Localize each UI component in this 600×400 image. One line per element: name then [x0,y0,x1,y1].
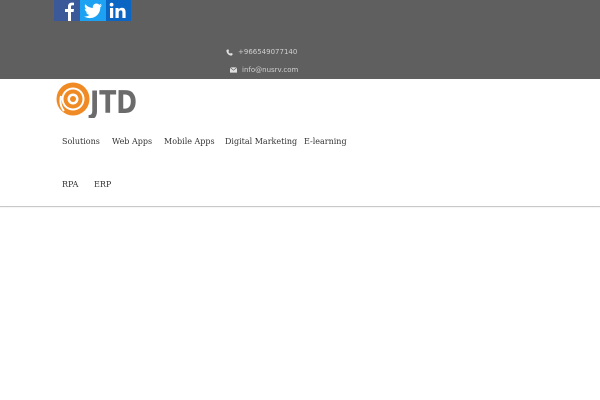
contact-phone[interactable]: +966549077140 [226,47,297,57]
linkedin-link[interactable] [106,0,131,21]
twitter-icon [84,3,103,19]
header-divider [0,206,600,207]
nav-erp[interactable]: ERP [94,180,111,189]
nav-digital-marketing[interactable]: Digital Marketing [225,137,297,146]
logo-text: JTD [88,85,137,118]
top-bar: +966549077140 info@nusrv.com [0,0,600,79]
nav-solutions[interactable]: Solutions [62,137,100,146]
nav-e-learning[interactable]: E-learning [304,137,347,146]
phone-icon [226,48,233,56]
facebook-link[interactable] [54,0,80,21]
jtd-logo: JTD [56,82,137,121]
nav-rpa[interactable]: RPA [62,180,78,189]
social-links [54,0,131,21]
envelope-icon [230,67,237,73]
nav-mobile-apps[interactable]: Mobile Apps [164,137,215,146]
nav-web-apps[interactable]: Web Apps [112,137,152,146]
site-logo[interactable]: JTD [55,80,139,121]
facebook-icon [65,2,74,21]
phone-number: +966549077140 [238,48,298,56]
contact-email[interactable]: info@nusrv.com [230,65,298,75]
email-address: info@nusrv.com [242,66,299,74]
twitter-link[interactable] [80,0,106,21]
linkedin-icon [109,2,126,18]
